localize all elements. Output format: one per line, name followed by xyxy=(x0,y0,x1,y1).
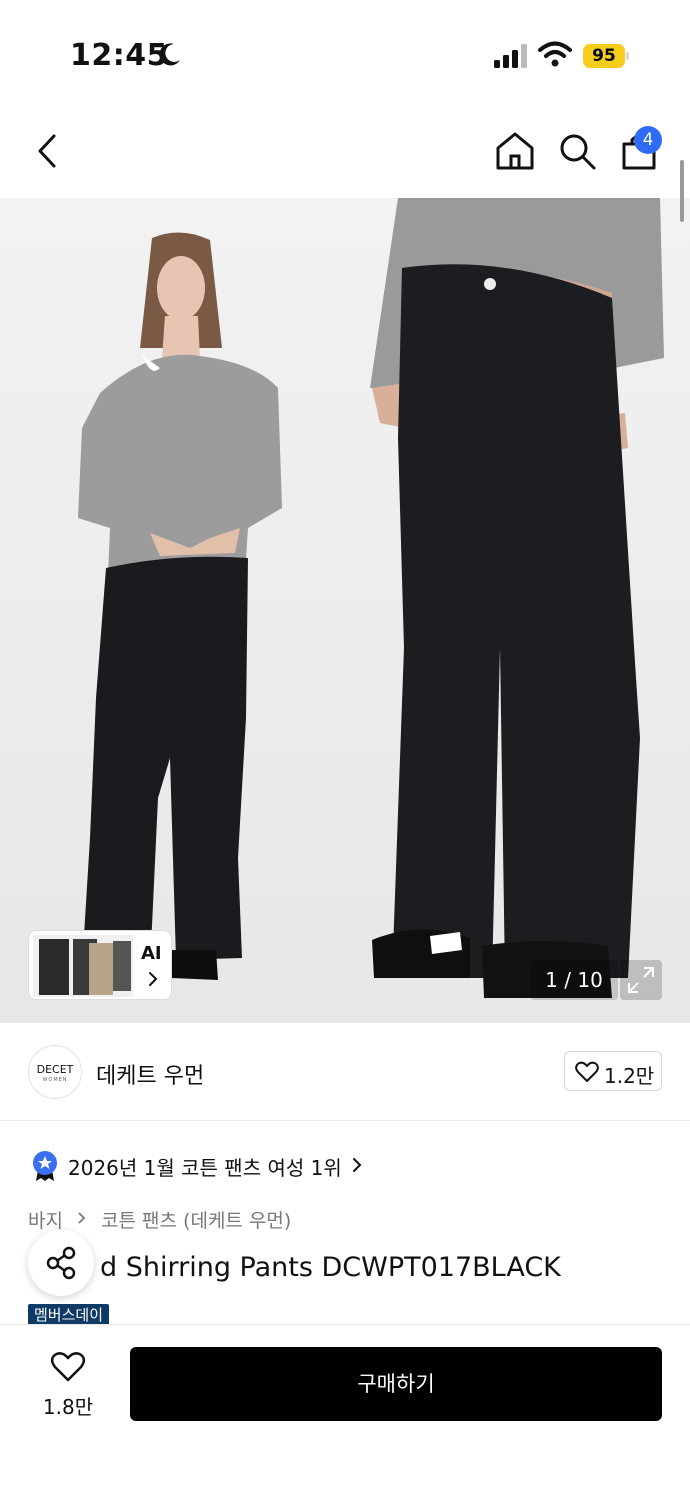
battery-icon: 95 xyxy=(583,44,629,68)
scrollbar[interactable] xyxy=(680,160,684,222)
status-bar: 12:45 95 xyxy=(0,0,690,110)
brand-like-button[interactable]: 1.2만 xyxy=(564,1051,662,1091)
breadcrumb: 바지 코튼 팬츠 (데케트 우먼) xyxy=(28,1206,291,1232)
image-page-counter: 1 / 10 xyxy=(530,960,618,1000)
breadcrumb-item-pants[interactable]: 바지 xyxy=(28,1206,63,1233)
brand-logo[interactable]: DECET WOMEN xyxy=(28,1045,82,1099)
battery-level: 95 xyxy=(583,44,625,68)
model-close-up xyxy=(370,198,664,998)
heart-icon xyxy=(50,1352,86,1382)
signal-icon xyxy=(494,44,527,68)
ranking-text: 2026년 1월 코튼 팬츠 여성 1위 xyxy=(68,1156,342,1180)
search-icon[interactable] xyxy=(556,130,598,172)
heart-icon xyxy=(575,1061,599,1082)
cart-count-badge: 4 xyxy=(634,126,662,154)
buy-button[interactable]: 구매하기 xyxy=(130,1347,662,1421)
breadcrumb-item-cotton-pants[interactable]: 코튼 팬츠 (데케트 우먼) xyxy=(101,1206,291,1233)
brand-like-count: 1.2만 xyxy=(604,1064,655,1088)
wishlist-count: 1.8만 xyxy=(42,1395,94,1419)
chevron-right-icon xyxy=(353,1158,362,1172)
product-photo xyxy=(78,198,664,998)
ai-style-thumbnail[interactable]: AI xyxy=(28,930,172,1000)
wifi-icon xyxy=(538,41,572,67)
battery-tip xyxy=(626,52,629,60)
ranking-badge-icon xyxy=(33,1151,57,1181)
product-title: d Shirring Pants DCWPT017BLACK xyxy=(100,1252,561,1283)
ai-thumbnail-image xyxy=(33,935,133,997)
brand-row[interactable]: DECET WOMEN 데케트 우먼 1.2만 xyxy=(0,1023,690,1121)
chevron-right-icon xyxy=(149,972,158,986)
expand-icon[interactable] xyxy=(620,960,662,1000)
chevron-right-icon xyxy=(78,1212,86,1224)
back-icon[interactable] xyxy=(30,130,68,172)
brand-logo-subtext: WOMEN xyxy=(42,1077,68,1083)
ai-label: AI xyxy=(141,943,162,964)
top-nav xyxy=(0,110,690,198)
product-image-gallery[interactable]: AI 1 / 10 xyxy=(0,198,690,1023)
share-button[interactable] xyxy=(28,1230,94,1296)
brand-name[interactable]: 데케트 우먼 xyxy=(96,1058,204,1090)
home-icon[interactable] xyxy=(494,130,536,172)
ranking-link[interactable]: 2026년 1월 코튼 팬츠 여성 1위 xyxy=(28,1148,668,1182)
promo-badge: 멤버스데이 xyxy=(28,1304,110,1326)
moon-icon xyxy=(159,43,180,66)
bottom-action-bar: 1.8만 구매하기 xyxy=(0,1324,690,1500)
status-time: 12:45 xyxy=(70,38,168,73)
wishlist-button[interactable]: 1.8만 xyxy=(30,1347,106,1427)
model-full-body xyxy=(78,232,282,980)
brand-logo-text: DECET xyxy=(36,1063,74,1076)
share-icon xyxy=(46,1246,76,1280)
